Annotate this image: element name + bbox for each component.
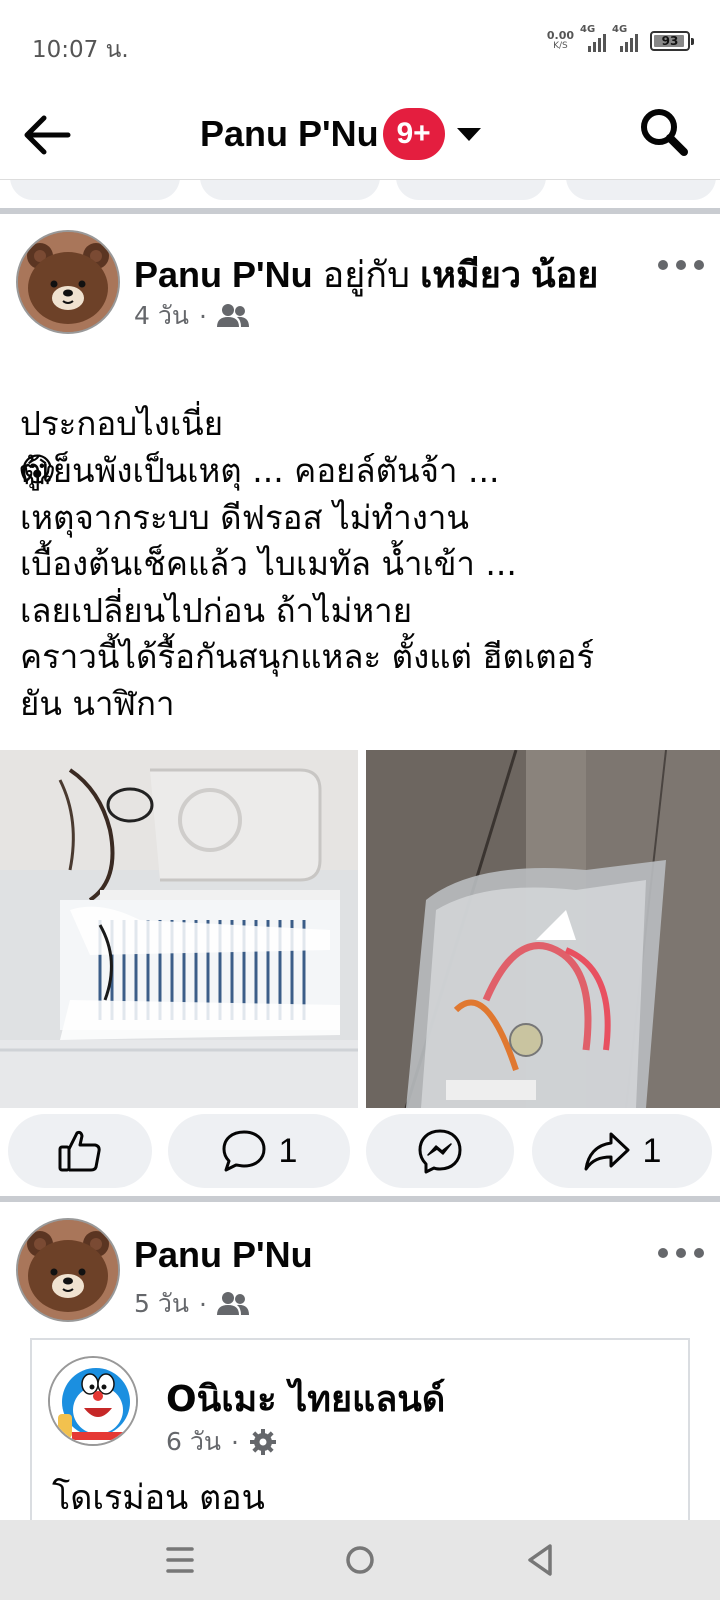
friends-icon xyxy=(216,304,249,327)
tab-chip-row xyxy=(0,180,720,206)
post-meta: 5 วัน · xyxy=(134,1284,249,1324)
chip[interactable] xyxy=(10,180,180,200)
status-time: 10:07 น. xyxy=(32,37,129,63)
section-divider xyxy=(0,208,720,214)
back-button[interactable] xyxy=(22,112,72,158)
page-avatar[interactable] xyxy=(48,1356,138,1446)
dot xyxy=(694,260,704,270)
triangle-back-icon xyxy=(528,1544,552,1576)
signal-icon: 4G xyxy=(612,24,638,52)
author-avatar[interactable] xyxy=(16,230,120,334)
search-button[interactable] xyxy=(636,104,692,160)
parts-photo xyxy=(366,750,720,1108)
network-speed: 0.00 K/S xyxy=(546,29,574,51)
author-avatar[interactable] xyxy=(16,1218,120,1322)
status-bar: 10:07 น. 0.00 K/S 4G 4G 93 xyxy=(0,0,720,90)
profile-switcher[interactable]: Panu P'Nu 9+ xyxy=(200,106,481,162)
menu-lines-icon xyxy=(166,1547,194,1573)
tagged-name[interactable]: เหมียว น้อย xyxy=(420,254,598,295)
more-options-button[interactable] xyxy=(658,250,704,280)
chip[interactable] xyxy=(396,180,546,200)
fridge-photo xyxy=(0,750,358,1108)
arrow-left-icon xyxy=(24,115,71,155)
notification-badge: 9+ xyxy=(382,108,445,160)
doraemon-avatar-icon xyxy=(50,1358,136,1444)
dot xyxy=(658,260,668,270)
meta-dot: · xyxy=(198,301,207,331)
caret-down-icon xyxy=(456,127,481,141)
post-author-line: Panu P'Nu xyxy=(134,1234,313,1276)
author-name[interactable]: Panu P'Nu xyxy=(134,1234,313,1275)
gear-icon xyxy=(249,1429,276,1455)
shared-page-name[interactable]: Oนิเมะ ไทยแลนด์ xyxy=(166,1370,445,1427)
messenger-send-button[interactable] xyxy=(366,1114,514,1188)
thumbs-up-icon xyxy=(58,1130,101,1172)
author-name[interactable]: Panu P'Nu xyxy=(134,254,313,295)
post-photo-fridge[interactable] xyxy=(0,750,358,1108)
section-divider xyxy=(0,1196,720,1202)
recent-apps-button[interactable] xyxy=(156,1536,204,1584)
post-time[interactable]: 5 วัน xyxy=(134,1284,189,1324)
share-button[interactable]: 1 xyxy=(532,1114,712,1188)
more-options-button[interactable] xyxy=(658,1238,704,1268)
share-count: 1 xyxy=(642,1131,662,1170)
dot xyxy=(658,1248,668,1258)
friends-icon xyxy=(216,1292,249,1315)
battery-icon: 93 xyxy=(650,31,694,51)
signal-icon: 4G xyxy=(580,24,606,52)
with-label: อยู่กับ xyxy=(322,254,410,295)
shared-post-meta: 6 วัน · xyxy=(166,1422,277,1462)
post-action-bar: 1 1 xyxy=(0,1112,720,1192)
meta-dot: · xyxy=(198,1289,207,1319)
status-icons: 0.00 K/S 4G 4G 93 xyxy=(546,24,694,52)
shared-post-text: โดเรม่อน ตอน xyxy=(52,1478,265,1518)
search-icon xyxy=(641,109,688,156)
post-body: ตู้เย็นพังเป็นเหตุ ... คอยล์ตันจ้า ... เ… xyxy=(20,451,595,723)
shared-post-time[interactable]: 6 วัน xyxy=(166,1422,221,1462)
comment-count: 1 xyxy=(278,1131,298,1170)
dot xyxy=(676,260,686,270)
home-button[interactable] xyxy=(336,1536,384,1584)
bear-avatar-icon xyxy=(18,232,118,332)
comment-button[interactable]: 1 xyxy=(168,1114,350,1188)
comment-bubble-icon xyxy=(222,1130,266,1172)
post-time[interactable]: 4 วัน xyxy=(134,296,189,336)
messenger-icon xyxy=(418,1129,462,1174)
bear-avatar-icon xyxy=(18,1220,118,1320)
post-meta: 4 วัน · xyxy=(134,296,249,336)
back-nav-button[interactable] xyxy=(516,1536,564,1584)
like-button[interactable] xyxy=(8,1114,152,1188)
post-author-line: Panu P'Nu อยู่กับ เหมียว น้อย xyxy=(134,246,598,303)
post-photo-parts[interactable] xyxy=(366,750,720,1108)
chip[interactable] xyxy=(200,180,380,200)
meta-dot: · xyxy=(230,1427,239,1457)
share-arrow-icon xyxy=(584,1132,630,1171)
dot xyxy=(676,1248,686,1258)
system-nav-bar xyxy=(0,1520,720,1600)
chip[interactable] xyxy=(566,180,716,200)
page-title: Panu P'Nu xyxy=(200,113,379,154)
dot xyxy=(694,1248,704,1258)
app-header: Panu P'Nu 9+ xyxy=(0,90,720,180)
circle-home-icon xyxy=(346,1546,374,1574)
